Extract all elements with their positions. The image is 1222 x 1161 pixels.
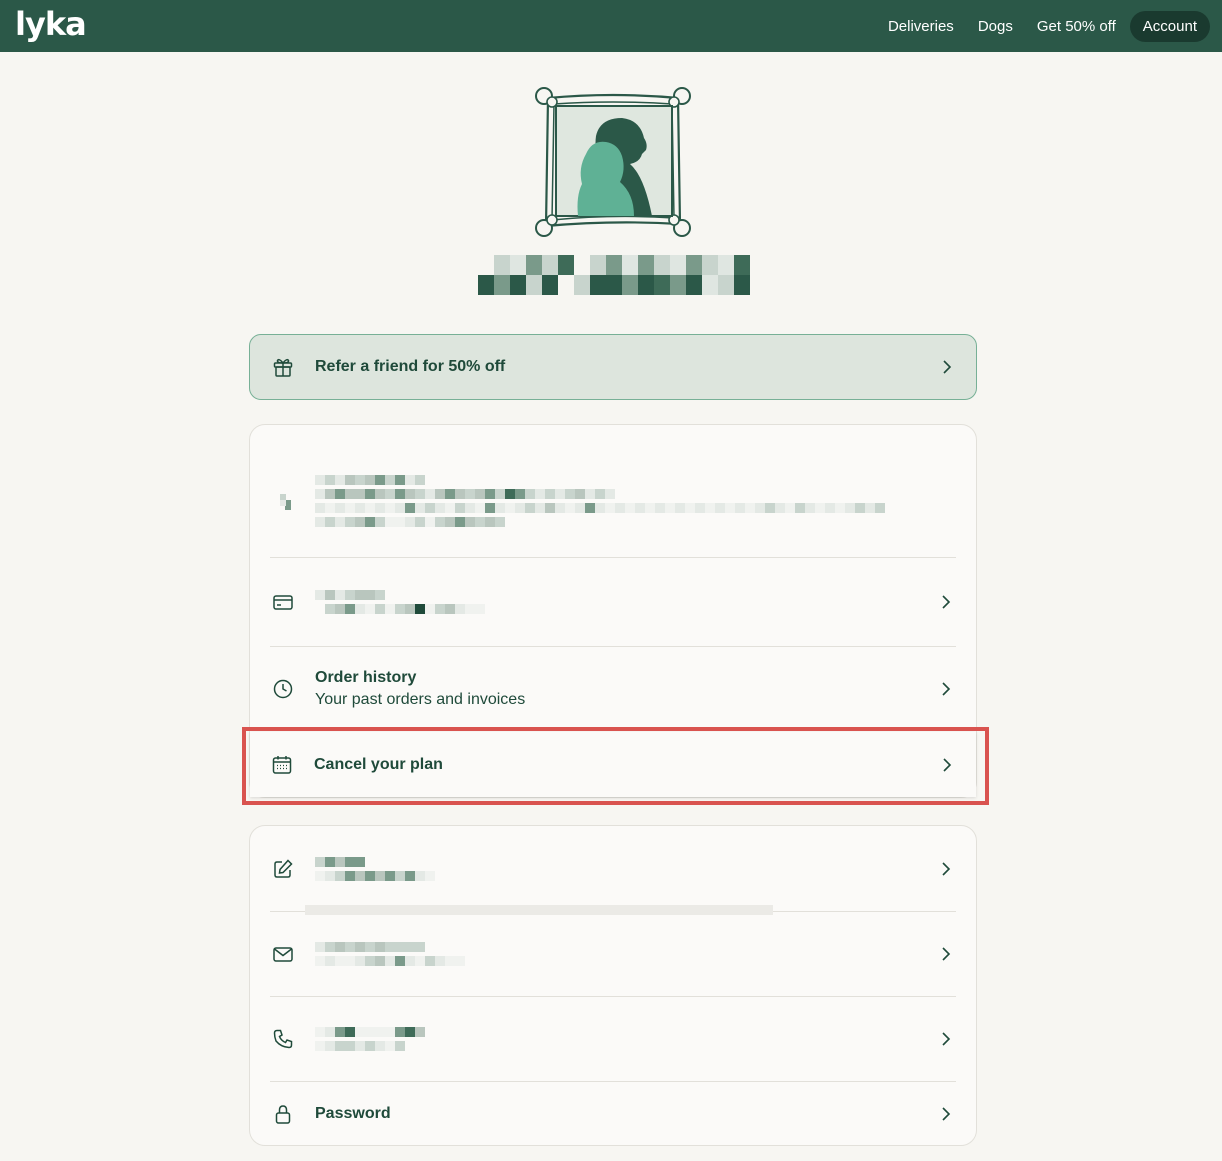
nav-deliveries[interactable]: Deliveries [878,11,964,42]
lyka-logo[interactable]: lyka [15,8,87,40]
nav-account[interactable]: Account [1129,10,1210,42]
delivery-address-row[interactable] [270,443,956,559]
chevron-right-icon [942,861,951,876]
nav-get-50-off[interactable]: Get 50% off [1027,11,1126,42]
location-icon [272,490,294,512]
phone-redacted [315,1023,939,1055]
lock-icon [272,1103,294,1125]
chevron-right-icon [942,1032,951,1046]
chevron-right-icon [942,947,951,961]
email-redacted [315,938,939,970]
user-name-redacted [478,255,750,295]
top-navigation-bar: lyka Deliveries Dogs Get 50% off Account [0,0,1222,52]
calendar-icon [271,754,293,776]
refer-a-friend-label: Refer a friend for 50% off [315,358,506,375]
name-redacted [315,853,939,885]
chevron-right-icon [943,757,952,772]
mail-icon [272,943,294,965]
cancel-plan-row[interactable]: Cancel your plan [269,732,957,797]
phone-icon [272,1028,294,1050]
name-row[interactable] [270,826,956,911]
refer-a-friend-banner[interactable]: Refer a friend for 50% off [249,334,977,400]
main-nav: Deliveries Dogs Get 50% off Account [878,10,1210,42]
order-history-subtitle: Your past orders and invoices [315,691,526,708]
portrait-frame-icon [535,87,691,237]
cancel-plan-title: Cancel your plan [314,755,443,773]
chevron-right-icon [942,1107,951,1121]
password-title: Password [315,1105,391,1122]
order-history-title: Order history [315,669,417,686]
overlay-bar [305,905,773,915]
order-history-row[interactable]: Order history Your past orders and invoi… [270,647,956,731]
chevron-right-icon [942,682,951,696]
password-row[interactable]: Password [270,1082,956,1146]
delivery-address-redacted [315,471,953,531]
nav-dogs[interactable]: Dogs [968,11,1023,42]
chevron-right-icon [943,360,952,374]
personal-details-card: Password [249,825,977,1146]
chevron-right-icon [942,595,951,609]
email-row[interactable] [270,912,956,996]
phone-row[interactable] [270,997,956,1081]
payment-details-redacted [315,586,939,618]
edit-icon [272,858,294,880]
gift-icon [272,356,294,378]
clock-icon [272,678,294,700]
payment-method-row[interactable] [270,558,956,646]
profile-avatar-frame [530,84,696,242]
credit-card-icon [272,591,294,613]
